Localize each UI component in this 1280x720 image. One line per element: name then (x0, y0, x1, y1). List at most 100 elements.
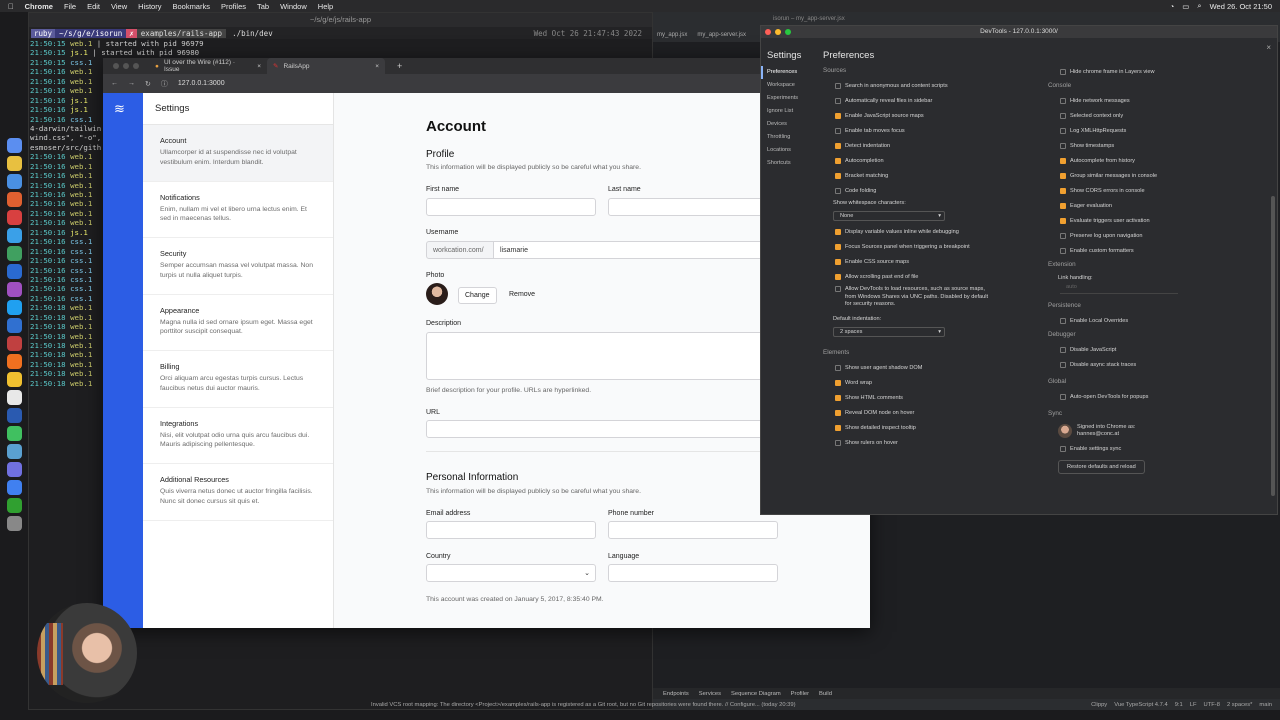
checkbox[interactable] (1060, 187, 1066, 194)
sidebar-item-security[interactable]: Security Semper accumsan massa vel volutp… (143, 238, 333, 295)
dock-app-icon[interactable] (6, 282, 22, 297)
checkbox[interactable] (835, 439, 841, 446)
phone-field[interactable] (608, 521, 778, 539)
checkbox[interactable] (835, 97, 841, 104)
devtools-nav-item[interactable]: Throttling (761, 131, 817, 144)
status-item[interactable]: UTF-8 (1204, 702, 1220, 708)
checkbox[interactable] (1060, 172, 1066, 179)
dock-app-icon[interactable] (6, 318, 22, 333)
checkbox[interactable] (835, 286, 841, 292)
checkbox[interactable] (835, 82, 841, 89)
devtools-checkbox-row[interactable]: Word wrap (823, 375, 1023, 390)
devtools-checkbox-row[interactable]: Group similar messages in console (1048, 168, 1248, 183)
checkbox[interactable] (835, 364, 841, 371)
logo-icon[interactable]: ≋ (114, 101, 132, 116)
dock-app-icon[interactable] (6, 480, 22, 495)
email-field[interactable] (426, 521, 596, 539)
devtools-select[interactable]: None ▾ (833, 211, 945, 221)
devtools-checkbox-row[interactable]: Code folding (823, 183, 1023, 198)
menu-item[interactable]: History (138, 2, 161, 11)
devtools-checkbox-row[interactable]: Show CORS errors in console (1048, 183, 1248, 198)
menubar-datetime[interactable]: Wed 26. Oct 21:50 (1210, 2, 1272, 11)
devtools-checkbox-row[interactable]: Display variable values inline while deb… (823, 224, 1023, 239)
menu-item[interactable]: File (64, 2, 76, 11)
dock-app-icon[interactable] (6, 408, 22, 423)
checkbox[interactable] (1060, 393, 1066, 400)
scrollbar[interactable] (1271, 196, 1275, 496)
browser-tab-active[interactable]: ✎ RailsApp × (267, 58, 385, 74)
menu-item[interactable]: Bookmarks (172, 2, 210, 11)
dock-app-icon[interactable] (6, 516, 22, 531)
ide-tab[interactable]: my_app-server.jsx (697, 32, 746, 42)
status-item[interactable]: Clippy (1091, 702, 1107, 708)
devtools-checkbox-row[interactable]: Allow scrolling past end of file (823, 269, 1023, 284)
checkbox[interactable] (1060, 346, 1066, 353)
info-icon[interactable]: ⓘ (161, 79, 168, 89)
close-tab-icon[interactable]: × (257, 63, 261, 70)
dock-app-icon[interactable] (6, 498, 22, 513)
close-icon[interactable]: × (1266, 43, 1271, 52)
devtools-nav-item[interactable]: Shortcuts (761, 157, 817, 170)
checkbox[interactable] (1060, 202, 1066, 209)
devtools-checkbox-row[interactable]: Show detailed inspect tooltip (823, 420, 1023, 435)
first-name-field[interactable] (426, 198, 596, 216)
checkbox[interactable] (835, 394, 841, 401)
checkbox[interactable] (835, 409, 841, 416)
back-icon[interactable]: ← (111, 80, 118, 87)
checkbox[interactable] (835, 187, 841, 194)
checkbox[interactable] (835, 424, 841, 431)
checkbox[interactable] (835, 379, 841, 386)
ide-tool-button[interactable]: Sequence Diagram (731, 691, 781, 697)
status-item[interactable]: 2 spaces* (1227, 702, 1252, 708)
dock-app-icon[interactable] (6, 138, 22, 153)
reload-icon[interactable]: ↻ (145, 80, 151, 88)
devtools-nav-item[interactable]: Devices (761, 118, 817, 131)
username-field[interactable]: lisamarie (493, 241, 778, 259)
ide-tool-button[interactable]: Build (819, 691, 832, 697)
dock-app-icon[interactable] (6, 354, 22, 369)
status-item[interactable]: Vue TypeScript 4.7.4 (1114, 702, 1168, 708)
dock-app-icon[interactable] (6, 156, 22, 171)
checkbox[interactable] (1060, 317, 1066, 324)
checkbox[interactable] (835, 157, 841, 164)
checkbox[interactable] (835, 142, 841, 149)
menu-item[interactable]: View (111, 2, 127, 11)
devtools-checkbox-row[interactable]: Hide chrome frame in Layers view (1048, 64, 1248, 79)
devtools-checkbox-row[interactable]: Show HTML comments (823, 390, 1023, 405)
checkbox[interactable] (835, 258, 841, 265)
sidebar-item-notifications[interactable]: Notifications Enim, nullam mi vel et libe… (143, 182, 333, 238)
ide-tool-button[interactable]: Endpoints (663, 691, 689, 697)
dock-app-icon[interactable] (6, 300, 22, 315)
devtools-checkbox-row[interactable]: Enable Local Overrides (1048, 313, 1248, 328)
sidebar-item-billing[interactable]: Billing Orci aliquam arcu egestas turpis … (143, 351, 333, 408)
checkbox[interactable] (1060, 112, 1066, 119)
devtools-checkbox-row[interactable]: Show rulers on hover (823, 435, 1023, 450)
devtools-checkbox-row[interactable]: Focus Sources panel when triggering a br… (823, 239, 1023, 254)
devtools-checkbox-row[interactable]: Reveal DOM node on hover (823, 405, 1023, 420)
ide-tool-button[interactable]: Services (699, 691, 721, 697)
dock-app-icon[interactable] (6, 246, 22, 261)
devtools-checkbox-row[interactable]: Enable tab moves focus (823, 123, 1023, 138)
dock-app-icon[interactable] (6, 372, 22, 387)
devtools-checkbox-row[interactable]: Detect indentation (823, 138, 1023, 153)
dock-app-icon[interactable] (6, 444, 22, 459)
devtools-checkbox-row[interactable]: Enable settings sync (1048, 441, 1248, 456)
devtools-window[interactable]: DevTools - 127.0.0.1:3000/ Settings Pref… (760, 25, 1278, 515)
restore-defaults-button[interactable]: Restore defaults and reload (1058, 460, 1145, 474)
devtools-checkbox-row[interactable]: Show user agent shadow DOM (823, 360, 1023, 375)
description-field[interactable] (426, 332, 778, 380)
menu-app-name[interactable]: Chrome (25, 2, 53, 11)
search-icon[interactable]: ⌕ (1197, 1, 1201, 11)
dock-app-icon[interactable] (6, 210, 22, 225)
sidebar-item-integrations[interactable]: Integrations Nisi, elit volutpat odio urn… (143, 408, 333, 464)
browser-window[interactable]: ● UI over the Wire (#112) · Issue × ✎ Ra… (103, 58, 870, 628)
devtools-checkbox-row[interactable]: Enable CSS source maps (823, 254, 1023, 269)
ide-tab[interactable]: my_app.jsx (657, 32, 687, 42)
checkbox[interactable] (1060, 97, 1066, 104)
dock-app-icon[interactable] (6, 174, 22, 189)
checkbox[interactable] (1060, 127, 1066, 134)
change-photo-button[interactable]: Change (458, 287, 497, 304)
close-tab-icon[interactable]: × (375, 63, 379, 70)
sidebar-item-additional-resources[interactable]: Additional Resources Quis viverra netus d… (143, 464, 333, 521)
devtools-nav-item[interactable]: Ignore List (761, 105, 817, 118)
